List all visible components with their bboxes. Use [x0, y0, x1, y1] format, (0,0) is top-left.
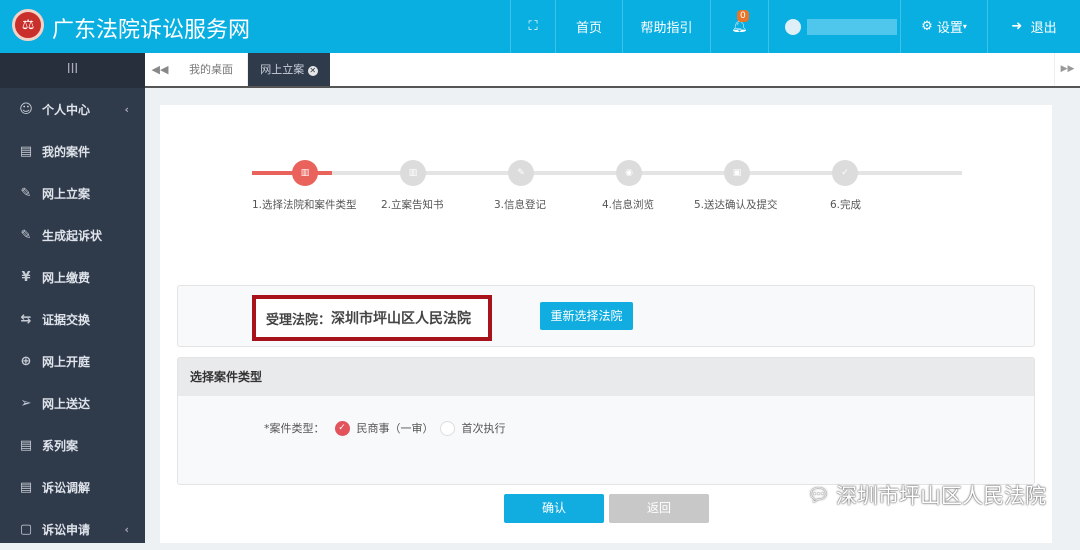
radio-checked-icon: ✓: [334, 420, 350, 436]
sidebar-item-online-payment[interactable]: ¥ 网上缴费: [0, 256, 145, 298]
sidebar-item-label: 诉讼申请: [42, 522, 91, 537]
sidebar-item-my-cases[interactable]: ▤ 我的案件: [0, 130, 145, 172]
scroll-tabs-right-button[interactable]: ▶▶: [1054, 53, 1080, 86]
sidebar-item-evidence-exchange[interactable]: ⇆ 证据交换: [0, 298, 145, 340]
sidebar: III ☺ 个人中心 ‹ ▤ 我的案件 ✎ 网上立案 ✎ 生成起诉状 ¥ 网上缴费 ⇆ 证据交…: [0, 53, 145, 543]
step-label: 3.信息登记: [494, 199, 547, 211]
sidebar-item-generate-complaint[interactable]: ✎ 生成起诉状: [0, 214, 145, 256]
settings-menu[interactable]: ⚙ 设置 ▾: [900, 0, 987, 53]
filing-card: ▥ ▥ ✎ ◉ ▣ ✓ 1.选择法院和案件类型 2.立案告知书 3.信息登记 4…: [160, 105, 1052, 543]
sidebar-item-label: 网上开庭: [42, 354, 91, 369]
fullscreen-button[interactable]: ⛶: [510, 0, 555, 53]
file-icon: ▢: [19, 521, 33, 537]
sidebar-item-online-hearing[interactable]: ⊕ 网上开庭: [0, 340, 145, 382]
step-2-icon: ▥: [400, 160, 426, 186]
gear-icon: ⚙: [921, 19, 937, 34]
step-label: 5.送达确认及提交: [694, 199, 778, 211]
send-icon: ➢: [20, 395, 32, 411]
edit-icon: ✎: [20, 185, 32, 201]
sidebar-item-label: 网上缴费: [42, 270, 91, 285]
site-title: 广东法院诉讼服务网: [52, 18, 251, 43]
sidebar-item-label: 证据交换: [42, 312, 91, 327]
expand-icon: ⛶: [528, 19, 538, 34]
step-label: 2.立案告知书: [381, 199, 444, 211]
sidebar-toggle[interactable]: III: [0, 53, 145, 88]
file-icon: ▤: [19, 479, 33, 495]
user-circle-icon: ☺: [19, 101, 33, 117]
user-menu[interactable]: [768, 0, 900, 53]
nav-home[interactable]: 首页: [555, 0, 622, 53]
sidebar-item-label: 网上立案: [42, 186, 91, 201]
tab-label: 网上立案: [260, 63, 305, 76]
caret-down-icon: ▾: [962, 22, 967, 31]
notification-badge: 0: [737, 10, 749, 22]
option-label: 民商事（一审）: [356, 422, 434, 435]
sidebar-item-label: 我的案件: [42, 144, 91, 159]
radio-first-execution[interactable]: 首次执行: [439, 420, 506, 436]
file-icon: ▤: [19, 437, 33, 453]
sidebar-item-label: 网上送达: [42, 396, 91, 411]
court-emblem-logo: ⚖: [12, 9, 44, 41]
tab-online-filing[interactable]: 网上立案 ✕: [248, 53, 330, 86]
step-4-icon: ◉: [616, 160, 642, 186]
sidebar-item-label: 生成起诉状: [42, 228, 103, 243]
scroll-tabs-left-button[interactable]: ◀◀: [145, 53, 175, 86]
wechat-icon: 💬︎: [807, 484, 830, 506]
nav-help[interactable]: 帮助指引: [622, 0, 710, 53]
case-type-heading: 选择案件类型: [178, 358, 1034, 396]
username-blurred: [807, 18, 897, 35]
logout-icon: ➜: [1011, 19, 1031, 34]
step-label: 6.完成: [830, 199, 862, 211]
avatar: [785, 18, 801, 35]
chevron-left-icon: ‹: [124, 102, 129, 116]
sidebar-item-litigation-application[interactable]: ▢ 诉讼申请 ‹: [0, 508, 145, 550]
logout-button[interactable]: ➜ 退出: [987, 0, 1080, 53]
sidebar-item-online-delivery[interactable]: ➢ 网上送达: [0, 382, 145, 424]
sidebar-item-label: 诉讼调解: [42, 480, 91, 495]
watermark-text: 深圳市坪山区人民法院: [836, 484, 1046, 508]
tab-bar: ◀◀ 我的桌面 网上立案 ✕ ▶▶: [145, 53, 1080, 88]
exchange-icon: ⇆: [20, 311, 32, 327]
court-highlight-box: 受理法院： 深圳市坪山区人民法院: [252, 295, 492, 341]
step-5-icon: ▣: [724, 160, 750, 186]
option-label: 首次执行: [461, 422, 506, 435]
sidebar-item-personal-center[interactable]: ☺ 个人中心 ‹: [0, 88, 145, 130]
yen-icon: ¥: [21, 269, 31, 285]
step-label: 4.信息浏览: [602, 199, 655, 211]
court-panel: 受理法院： 深圳市坪山区人民法院 重新选择法院: [177, 285, 1035, 347]
file-icon: ▤: [19, 143, 33, 159]
case-type-panel: 选择案件类型 *案件类型： ✓ 民商事（一审） 首次执行: [177, 357, 1035, 485]
sidebar-item-label: 系列案: [42, 438, 79, 453]
step-3-icon: ✎: [508, 160, 534, 186]
confirm-button[interactable]: 确认: [504, 494, 604, 523]
tab-my-desktop[interactable]: 我的桌面: [175, 53, 248, 86]
globe-icon: ⊕: [20, 353, 32, 369]
notifications-button[interactable]: 🔔︎ 0: [710, 0, 768, 53]
court-label: 受理法院：: [266, 312, 332, 328]
sidebar-item-series-cases[interactable]: ▤ 系列案: [0, 424, 145, 466]
court-name: 深圳市坪山区人民法院: [331, 311, 472, 327]
case-type-label: *案件类型：: [264, 422, 325, 435]
logout-label: 退出: [1030, 21, 1057, 36]
step-6-icon: ✓: [832, 160, 858, 186]
sidebar-item-label: 个人中心: [42, 102, 91, 117]
back-button[interactable]: 返回: [609, 494, 709, 523]
radio-civil-commercial[interactable]: ✓ 民商事（一审）: [334, 420, 434, 436]
step-label: 1.选择法院和案件类型: [252, 199, 357, 211]
watermark: 💬︎ 深圳市坪山区人民法院: [807, 480, 1046, 510]
radio-unchecked-icon: [439, 420, 455, 436]
top-header: ⚖ 广东法院诉讼服务网 ⛶ 首页 帮助指引 🔔︎ 0 ⚙ 设置 ▾ ➜ 退出: [0, 0, 1080, 53]
settings-label: 设置: [936, 21, 963, 36]
step-1-icon: ▥: [292, 160, 318, 186]
sidebar-item-online-filing[interactable]: ✎ 网上立案: [0, 172, 145, 214]
chevron-left-icon: ‹: [124, 522, 129, 536]
sidebar-item-mediation[interactable]: ▤ 诉讼调解: [0, 466, 145, 508]
edit-icon: ✎: [20, 227, 32, 243]
reselect-court-button[interactable]: 重新选择法院: [540, 302, 633, 330]
close-tab-icon[interactable]: ✕: [307, 66, 318, 76]
